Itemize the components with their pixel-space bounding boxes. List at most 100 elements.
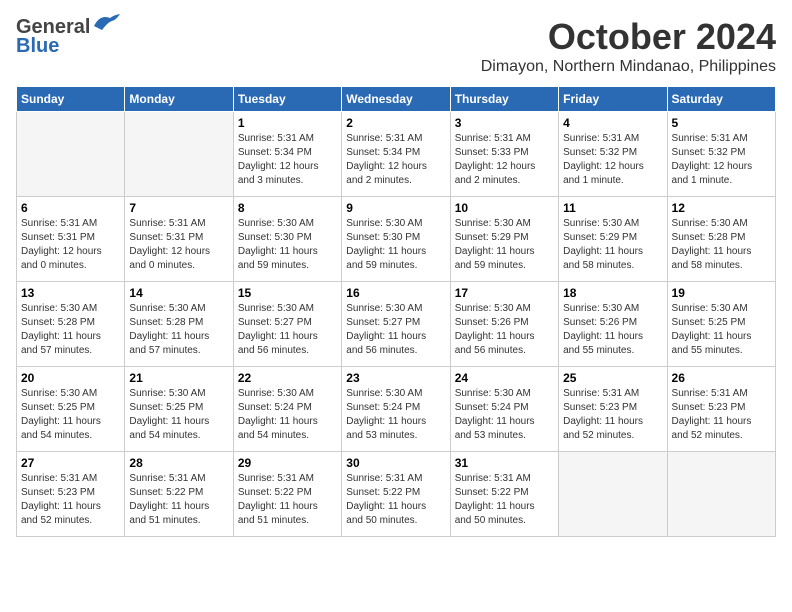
calendar-cell bbox=[667, 452, 775, 537]
day-info: Sunrise: 5:30 AM Sunset: 5:24 PM Dayligh… bbox=[238, 387, 337, 443]
location-subtitle: Dimayon, Northern Mindanao, Philippines bbox=[481, 58, 776, 76]
day-number: 22 bbox=[238, 371, 337, 385]
calendar-cell: 4 Sunrise: 5:31 AM Sunset: 5:32 PM Daylig… bbox=[559, 112, 667, 197]
calendar-week-row: 27Sunrise: 5:31 AM Sunset: 5:23 PM Dayli… bbox=[17, 452, 776, 537]
day-info: Sunrise: 5:30 AM Sunset: 5:25 PM Dayligh… bbox=[21, 387, 120, 443]
calendar-cell: 21 Sunrise: 5:30 AM Sunset: 5:25 PM Dayli… bbox=[125, 367, 233, 452]
day-number: 19 bbox=[672, 286, 771, 300]
day-number: 21 bbox=[129, 371, 228, 385]
calendar-cell: 13 Sunrise: 5:30 AM Sunset: 5:28 PM Dayli… bbox=[17, 282, 125, 367]
day-number: 8 bbox=[238, 201, 337, 215]
day-info: Sunrise: 5:31 AM Sunset: 5:22 PM Dayligh… bbox=[129, 472, 228, 528]
calendar-cell bbox=[17, 112, 125, 197]
day-number: 9 bbox=[346, 201, 445, 215]
day-number: 24 bbox=[455, 371, 554, 385]
day-number: 18 bbox=[563, 286, 662, 300]
day-info: Sunrise: 5:30 AM Sunset: 5:26 PM Dayligh… bbox=[563, 302, 662, 358]
day-info: Sunrise: 5:30 AM Sunset: 5:30 PM Dayligh… bbox=[346, 217, 445, 273]
day-number: 28 bbox=[129, 456, 228, 470]
day-info: Sunrise: 5:31 AM Sunset: 5:34 PM Dayligh… bbox=[346, 132, 445, 188]
day-info: Sunrise: 5:30 AM Sunset: 5:25 PM Dayligh… bbox=[129, 387, 228, 443]
calendar-cell: 7Sunrise: 5:31 AM Sunset: 5:31 PM Daylig… bbox=[125, 197, 233, 282]
day-info: Sunrise: 5:30 AM Sunset: 5:26 PM Dayligh… bbox=[455, 302, 554, 358]
day-info: Sunrise: 5:31 AM Sunset: 5:33 PM Dayligh… bbox=[455, 132, 554, 188]
day-number: 17 bbox=[455, 286, 554, 300]
calendar-header-tuesday: Tuesday bbox=[233, 87, 341, 112]
calendar-cell: 3 Sunrise: 5:31 AM Sunset: 5:33 PM Daylig… bbox=[450, 112, 558, 197]
day-number: 14 bbox=[129, 286, 228, 300]
calendar-header-thursday: Thursday bbox=[450, 87, 558, 112]
day-info: Sunrise: 5:31 AM Sunset: 5:23 PM Dayligh… bbox=[563, 387, 662, 443]
day-info: Sunrise: 5:31 AM Sunset: 5:23 PM Dayligh… bbox=[672, 387, 771, 443]
day-number: 29 bbox=[238, 456, 337, 470]
logo: General Blue bbox=[16, 16, 122, 58]
day-number: 11 bbox=[563, 201, 662, 215]
calendar-header-monday: Monday bbox=[125, 87, 233, 112]
calendar-cell: 29 Sunrise: 5:31 AM Sunset: 5:22 PM Dayli… bbox=[233, 452, 341, 537]
calendar-cell: 24 Sunrise: 5:30 AM Sunset: 5:24 PM Dayli… bbox=[450, 367, 558, 452]
month-title: October 2024 bbox=[481, 16, 776, 58]
day-number: 31 bbox=[455, 456, 554, 470]
calendar-cell: 17 Sunrise: 5:30 AM Sunset: 5:26 PM Dayli… bbox=[450, 282, 558, 367]
day-info: Sunrise: 5:30 AM Sunset: 5:30 PM Dayligh… bbox=[238, 217, 337, 273]
calendar-cell: 12 Sunrise: 5:30 AM Sunset: 5:28 PM Dayli… bbox=[667, 197, 775, 282]
day-number: 20 bbox=[21, 371, 120, 385]
calendar-cell: 28 Sunrise: 5:31 AM Sunset: 5:22 PM Dayli… bbox=[125, 452, 233, 537]
calendar-week-row: 6Sunrise: 5:31 AM Sunset: 5:31 PM Daylig… bbox=[17, 197, 776, 282]
page-header: General Blue October 2024 Dimayon, North… bbox=[16, 16, 776, 76]
day-info: Sunrise: 5:30 AM Sunset: 5:24 PM Dayligh… bbox=[346, 387, 445, 443]
calendar-cell: 15 Sunrise: 5:30 AM Sunset: 5:27 PM Dayli… bbox=[233, 282, 341, 367]
calendar-header-saturday: Saturday bbox=[667, 87, 775, 112]
calendar-cell: 14 Sunrise: 5:30 AM Sunset: 5:28 PM Dayli… bbox=[125, 282, 233, 367]
calendar-cell: 20 Sunrise: 5:30 AM Sunset: 5:25 PM Dayli… bbox=[17, 367, 125, 452]
day-info: Sunrise: 5:30 AM Sunset: 5:25 PM Dayligh… bbox=[672, 302, 771, 358]
day-number: 5 bbox=[672, 116, 771, 130]
day-info: Sunrise: 5:31 AM Sunset: 5:23 PM Dayligh… bbox=[21, 472, 120, 528]
day-info: Sunrise: 5:31 AM Sunset: 5:22 PM Dayligh… bbox=[455, 472, 554, 528]
day-info: Sunrise: 5:30 AM Sunset: 5:29 PM Dayligh… bbox=[455, 217, 554, 273]
calendar-cell: 30Sunrise: 5:31 AM Sunset: 5:22 PM Dayli… bbox=[342, 452, 450, 537]
day-info: Sunrise: 5:31 AM Sunset: 5:32 PM Dayligh… bbox=[563, 132, 662, 188]
calendar-cell: 26Sunrise: 5:31 AM Sunset: 5:23 PM Dayli… bbox=[667, 367, 775, 452]
day-number: 6 bbox=[21, 201, 120, 215]
day-number: 16 bbox=[346, 286, 445, 300]
calendar-cell: 11 Sunrise: 5:30 AM Sunset: 5:29 PM Dayli… bbox=[559, 197, 667, 282]
calendar-cell: 23 Sunrise: 5:30 AM Sunset: 5:24 PM Dayli… bbox=[342, 367, 450, 452]
day-info: Sunrise: 5:30 AM Sunset: 5:27 PM Dayligh… bbox=[238, 302, 337, 358]
calendar-cell: 25Sunrise: 5:31 AM Sunset: 5:23 PM Dayli… bbox=[559, 367, 667, 452]
title-block: October 2024 Dimayon, Northern Mindanao,… bbox=[481, 16, 776, 76]
day-number: 4 bbox=[563, 116, 662, 130]
calendar-cell: 19 Sunrise: 5:30 AM Sunset: 5:25 PM Dayli… bbox=[667, 282, 775, 367]
calendar-header-row: SundayMondayTuesdayWednesdayThursdayFrid… bbox=[17, 87, 776, 112]
logo-blue: Blue bbox=[16, 35, 59, 58]
day-number: 12 bbox=[672, 201, 771, 215]
calendar-cell: 31 Sunrise: 5:31 AM Sunset: 5:22 PM Dayli… bbox=[450, 452, 558, 537]
calendar-cell: 18 Sunrise: 5:30 AM Sunset: 5:26 PM Dayli… bbox=[559, 282, 667, 367]
calendar-cell: 10 Sunrise: 5:30 AM Sunset: 5:29 PM Dayli… bbox=[450, 197, 558, 282]
day-info: Sunrise: 5:31 AM Sunset: 5:22 PM Dayligh… bbox=[238, 472, 337, 528]
calendar-header-sunday: Sunday bbox=[17, 87, 125, 112]
day-info: Sunrise: 5:31 AM Sunset: 5:34 PM Dayligh… bbox=[238, 132, 337, 188]
day-info: Sunrise: 5:30 AM Sunset: 5:27 PM Dayligh… bbox=[346, 302, 445, 358]
day-number: 10 bbox=[455, 201, 554, 215]
calendar-cell: 1 Sunrise: 5:31 AM Sunset: 5:34 PM Daylig… bbox=[233, 112, 341, 197]
day-number: 23 bbox=[346, 371, 445, 385]
calendar-cell: 27Sunrise: 5:31 AM Sunset: 5:23 PM Dayli… bbox=[17, 452, 125, 537]
day-info: Sunrise: 5:30 AM Sunset: 5:28 PM Dayligh… bbox=[672, 217, 771, 273]
day-number: 13 bbox=[21, 286, 120, 300]
calendar-header-friday: Friday bbox=[559, 87, 667, 112]
calendar-cell: 16 Sunrise: 5:30 AM Sunset: 5:27 PM Dayli… bbox=[342, 282, 450, 367]
calendar-cell: 8 Sunrise: 5:30 AM Sunset: 5:30 PM Daylig… bbox=[233, 197, 341, 282]
day-info: Sunrise: 5:30 AM Sunset: 5:28 PM Dayligh… bbox=[129, 302, 228, 358]
day-number: 30 bbox=[346, 456, 445, 470]
day-info: Sunrise: 5:30 AM Sunset: 5:24 PM Dayligh… bbox=[455, 387, 554, 443]
day-info: Sunrise: 5:30 AM Sunset: 5:29 PM Dayligh… bbox=[563, 217, 662, 273]
day-number: 1 bbox=[238, 116, 337, 130]
day-number: 15 bbox=[238, 286, 337, 300]
logo-bird-icon bbox=[92, 12, 122, 34]
calendar-cell bbox=[125, 112, 233, 197]
calendar-cell bbox=[559, 452, 667, 537]
day-info: Sunrise: 5:31 AM Sunset: 5:32 PM Dayligh… bbox=[672, 132, 771, 188]
day-info: Sunrise: 5:30 AM Sunset: 5:28 PM Dayligh… bbox=[21, 302, 120, 358]
day-number: 3 bbox=[455, 116, 554, 130]
